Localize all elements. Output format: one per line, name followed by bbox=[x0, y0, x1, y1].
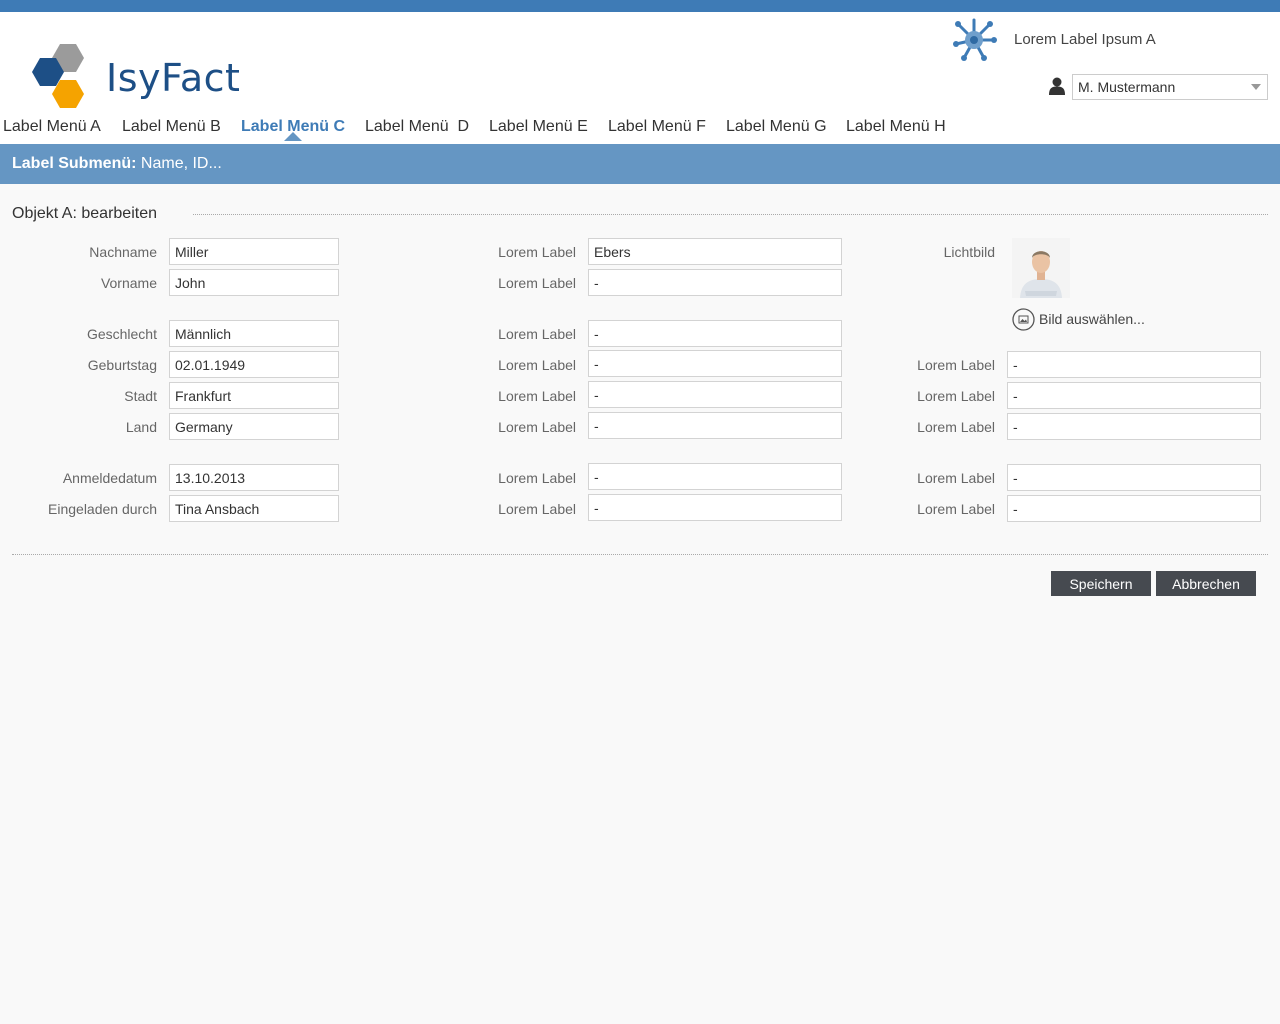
nachname-field[interactable]: Miller bbox=[169, 238, 339, 265]
col3-label: Lorem Label bbox=[917, 357, 995, 373]
col2-field[interactable]: - bbox=[588, 269, 842, 296]
col2-field[interactable]: - bbox=[588, 463, 842, 490]
lichtbild-label: Lichtbild bbox=[943, 244, 995, 260]
col3-field[interactable]: - bbox=[1007, 413, 1261, 440]
col2-label: Lorem Label bbox=[498, 357, 576, 373]
nav-item-e[interactable]: Label Menü E bbox=[489, 118, 588, 136]
nav-item-b[interactable]: Label Menü B bbox=[122, 118, 221, 136]
col2-field[interactable]: - bbox=[588, 494, 842, 521]
active-nav-pointer bbox=[284, 132, 302, 141]
user-icon bbox=[1049, 77, 1065, 95]
submenu-label: Label Submenü: bbox=[12, 155, 137, 172]
col3-field[interactable]: - bbox=[1007, 351, 1261, 378]
col2-field[interactable]: - bbox=[588, 350, 842, 377]
col3-field[interactable]: - bbox=[1007, 495, 1261, 522]
nav-item-f[interactable]: Label Menü F bbox=[608, 118, 706, 136]
col3-label: Lorem Label bbox=[917, 419, 995, 435]
col2-label: Lorem Label bbox=[498, 419, 576, 435]
col2-label: Lorem Label bbox=[498, 388, 576, 404]
isyfact-logo-icon bbox=[32, 44, 84, 108]
cancel-button[interactable]: Abbrechen bbox=[1156, 571, 1256, 596]
col3-label: Lorem Label bbox=[917, 388, 995, 404]
col2-field[interactable]: - bbox=[588, 412, 842, 439]
isyfact-logo[interactable]: IsyFact bbox=[28, 42, 240, 112]
anmeldedatum-field[interactable]: 13.10.2013 bbox=[169, 464, 339, 491]
col3-field[interactable]: - bbox=[1007, 382, 1261, 409]
col2-field[interactable]: - bbox=[588, 320, 842, 347]
label-land: Land bbox=[125, 419, 157, 435]
label-geschlecht: Geschlecht bbox=[86, 326, 157, 342]
label-anmeldedatum: Anmeldedatum bbox=[62, 470, 157, 486]
nav-item-h[interactable]: Label Menü H bbox=[846, 118, 946, 136]
vorname-field[interactable]: John bbox=[169, 269, 339, 296]
image-pick-icon bbox=[1012, 308, 1035, 331]
label-vorname: Vorname bbox=[100, 275, 157, 291]
label-eingeladen-durch: Eingeladen durch bbox=[48, 501, 157, 517]
section-title: Objekt A: bearbeiten bbox=[12, 205, 157, 222]
col3-field[interactable]: - bbox=[1007, 464, 1261, 491]
col3-label: Lorem Label bbox=[917, 501, 995, 517]
nav-item-d[interactable]: Label Menü D bbox=[365, 118, 469, 136]
network-hub-icon[interactable] bbox=[948, 16, 1000, 64]
nav-item-a[interactable]: Label Menü A bbox=[3, 118, 101, 136]
pick-photo-label: Bild auswählen... bbox=[1039, 311, 1145, 327]
submenu-bar: Label Submenü: Name, ID... bbox=[0, 144, 1280, 184]
geschlecht-field[interactable]: Männlich bbox=[169, 320, 339, 347]
submenu-text[interactable]: Name, ID... bbox=[141, 155, 222, 172]
section-divider bbox=[193, 214, 1268, 215]
user-select-value: M. Mustermann bbox=[1078, 79, 1176, 95]
header: IsyFact Lorem Label Ipsum A M. Musterman… bbox=[0, 12, 1280, 144]
logo-text: IsyFact bbox=[106, 56, 241, 100]
portrait-photo bbox=[1012, 238, 1070, 298]
col2-label: Lorem Label bbox=[498, 275, 576, 291]
app-label: Lorem Label Ipsum A bbox=[1014, 31, 1156, 48]
stadt-field[interactable]: Frankfurt bbox=[169, 382, 339, 409]
nav-item-g[interactable]: Label Menü G bbox=[726, 118, 827, 136]
chevron-down-icon bbox=[1251, 84, 1261, 90]
form-bottom-divider bbox=[12, 554, 1268, 555]
label-geburtstag: Geburtstag bbox=[87, 357, 157, 373]
col2-label: Lorem Label bbox=[498, 501, 576, 517]
col2-label: Lorem Label bbox=[498, 470, 576, 486]
land-field[interactable]: Germany bbox=[169, 413, 339, 440]
col3-label: Lorem Label bbox=[917, 470, 995, 486]
label-stadt: Stadt bbox=[124, 388, 157, 404]
col2-label: Lorem Label bbox=[498, 326, 576, 342]
user-select[interactable]: M. Mustermann bbox=[1072, 74, 1268, 100]
col2-label: Lorem Label bbox=[498, 244, 576, 260]
eingeladen-durch-field[interactable]: Tina Ansbach bbox=[169, 495, 339, 522]
col2-field[interactable]: Ebers bbox=[588, 238, 842, 265]
label-nachname: Nachname bbox=[89, 244, 157, 260]
top-accent-bar bbox=[0, 0, 1280, 12]
geburtstag-field[interactable]: 02.01.1949 bbox=[169, 351, 339, 378]
col2-field[interactable]: - bbox=[588, 381, 842, 408]
save-button[interactable]: Speichern bbox=[1051, 571, 1151, 596]
